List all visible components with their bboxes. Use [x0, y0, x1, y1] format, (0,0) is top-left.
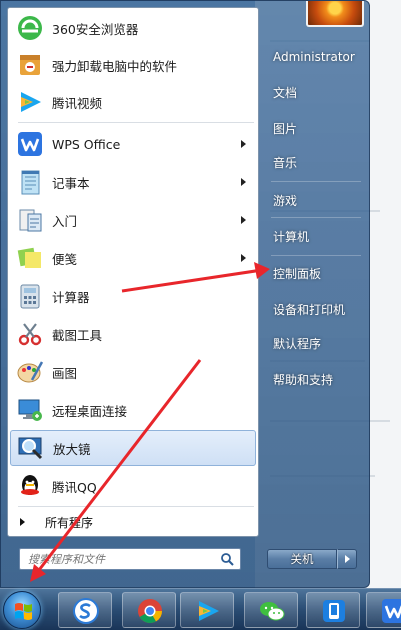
right-item-label: 图片	[273, 121, 298, 136]
right-item-label: 计算机	[273, 229, 310, 244]
user-name: Administrator	[273, 50, 355, 64]
right-item-default-programs[interactable]: 默认程序	[265, 331, 365, 355]
program-label: 远程桌面连接	[52, 403, 128, 419]
program-getting-started[interactable]: 入门	[10, 202, 256, 238]
program-magnifier[interactable]: 放大镜	[10, 430, 256, 466]
program-label: 强力卸载电脑中的软件	[52, 58, 178, 74]
right-item-games[interactable]: 游戏	[265, 188, 365, 212]
right-item-label: 游戏	[273, 193, 298, 208]
taskbar-wps[interactable]	[366, 592, 401, 628]
search-input[interactable]	[28, 550, 208, 568]
right-item-label: 音乐	[273, 155, 298, 170]
sogou-input-icon	[72, 597, 100, 625]
right-item-help-support[interactable]: 帮助和支持	[265, 367, 365, 391]
separator	[18, 506, 254, 507]
right-item-label: 默认程序	[273, 336, 322, 351]
shutdown-button[interactable]: 关机	[267, 549, 337, 569]
search-icon[interactable]	[220, 552, 234, 566]
remote-desktop-icon	[16, 396, 44, 424]
program-label: 便笺	[52, 251, 78, 267]
uninstaller-icon	[16, 51, 44, 79]
program-tencent-video[interactable]: 腾讯视频	[10, 84, 256, 120]
magnifier-icon	[17, 434, 45, 462]
wps-office-icon	[16, 130, 44, 158]
separator	[18, 122, 254, 123]
all-programs-label: 所有程序	[45, 515, 94, 530]
phone-manager-icon	[320, 597, 348, 625]
program-label: 腾讯QQ	[52, 479, 97, 495]
program-label: WPS Office	[52, 136, 121, 152]
right-item-user[interactable]: Administrator	[265, 45, 365, 69]
program-label: 360安全浏览器	[52, 21, 139, 37]
user-picture[interactable]	[306, 1, 364, 27]
all-programs-button[interactable]: 所有程序	[10, 508, 256, 536]
wps-icon	[380, 597, 401, 625]
program-label: 画图	[52, 365, 78, 381]
right-item-pictures[interactable]: 图片	[265, 116, 365, 140]
program-label: 计算器	[52, 289, 90, 305]
program-label: 记事本	[52, 175, 90, 191]
submenu-arrow-icon	[241, 140, 246, 148]
shutdown-label: 关机	[290, 552, 314, 566]
program-notepad[interactable]: 记事本	[10, 164, 256, 200]
separator	[271, 255, 361, 256]
sticky-notes-icon	[16, 244, 44, 272]
360-browser-icon	[16, 14, 44, 42]
right-item-control-panel[interactable]: 控制面板	[265, 261, 365, 285]
programs-pane: 360安全浏览器 强力卸载电脑中的软件 腾讯视频 WPS Office 记事本 …	[7, 7, 259, 537]
right-item-label: 控制面板	[273, 266, 322, 281]
start-button[interactable]	[3, 591, 41, 629]
right-item-music[interactable]: 音乐	[265, 150, 365, 174]
right-item-label: 设备和打印机	[273, 302, 346, 317]
program-label: 放大镜	[53, 441, 91, 457]
triangle-right-icon	[20, 518, 25, 526]
paint-icon	[16, 358, 44, 386]
tencent-video-icon	[194, 597, 222, 625]
snipping-tool-icon	[16, 320, 44, 348]
submenu-arrow-icon	[241, 254, 246, 262]
program-calculator[interactable]: 计算器	[10, 278, 256, 314]
program-sticky-notes[interactable]: 便笺	[10, 240, 256, 276]
calculator-icon	[16, 282, 44, 310]
shutdown-options-button[interactable]	[337, 549, 357, 569]
program-360-browser[interactable]: 360安全浏览器	[10, 10, 256, 46]
separator	[271, 181, 361, 182]
getting-started-icon	[16, 206, 44, 234]
tencent-video-icon	[16, 88, 44, 116]
submenu-arrow-icon	[241, 216, 246, 224]
taskbar-sogou[interactable]	[58, 592, 112, 628]
program-remote-desktop[interactable]: 远程桌面连接	[10, 392, 256, 428]
chrome-icon	[136, 597, 164, 625]
taskbar-wechat[interactable]	[244, 592, 298, 628]
separator	[271, 217, 361, 218]
right-item-label: 文档	[273, 85, 298, 100]
taskbar-chrome[interactable]	[122, 592, 176, 628]
qq-icon	[16, 472, 44, 500]
taskbar-tencent-video[interactable]	[180, 592, 234, 628]
taskbar	[0, 588, 401, 630]
wechat-icon	[258, 597, 286, 625]
program-snipping-tool[interactable]: 截图工具	[10, 316, 256, 352]
program-qq[interactable]: 腾讯QQ	[10, 468, 256, 504]
program-paint[interactable]: 画图	[10, 354, 256, 390]
submenu-arrow-icon	[241, 178, 246, 186]
program-uninstaller[interactable]: 强力卸载电脑中的软件	[10, 47, 256, 83]
program-label: 截图工具	[52, 327, 103, 343]
right-item-documents[interactable]: 文档	[265, 80, 365, 104]
search-box[interactable]	[19, 548, 241, 570]
right-item-computer[interactable]: 计算机	[265, 224, 365, 248]
start-menu: 360安全浏览器 强力卸载电脑中的软件 腾讯视频 WPS Office 记事本 …	[0, 0, 370, 588]
right-item-label: 帮助和支持	[273, 372, 334, 387]
windows-logo-icon	[15, 603, 32, 620]
program-label: 腾讯视频	[52, 95, 103, 111]
program-label: 入门	[52, 213, 78, 229]
taskbar-phone-manager[interactable]	[306, 592, 360, 628]
right-item-devices-printers[interactable]: 设备和打印机	[265, 297, 365, 321]
notepad-icon	[16, 168, 44, 196]
program-wps-office[interactable]: WPS Office	[10, 126, 256, 162]
